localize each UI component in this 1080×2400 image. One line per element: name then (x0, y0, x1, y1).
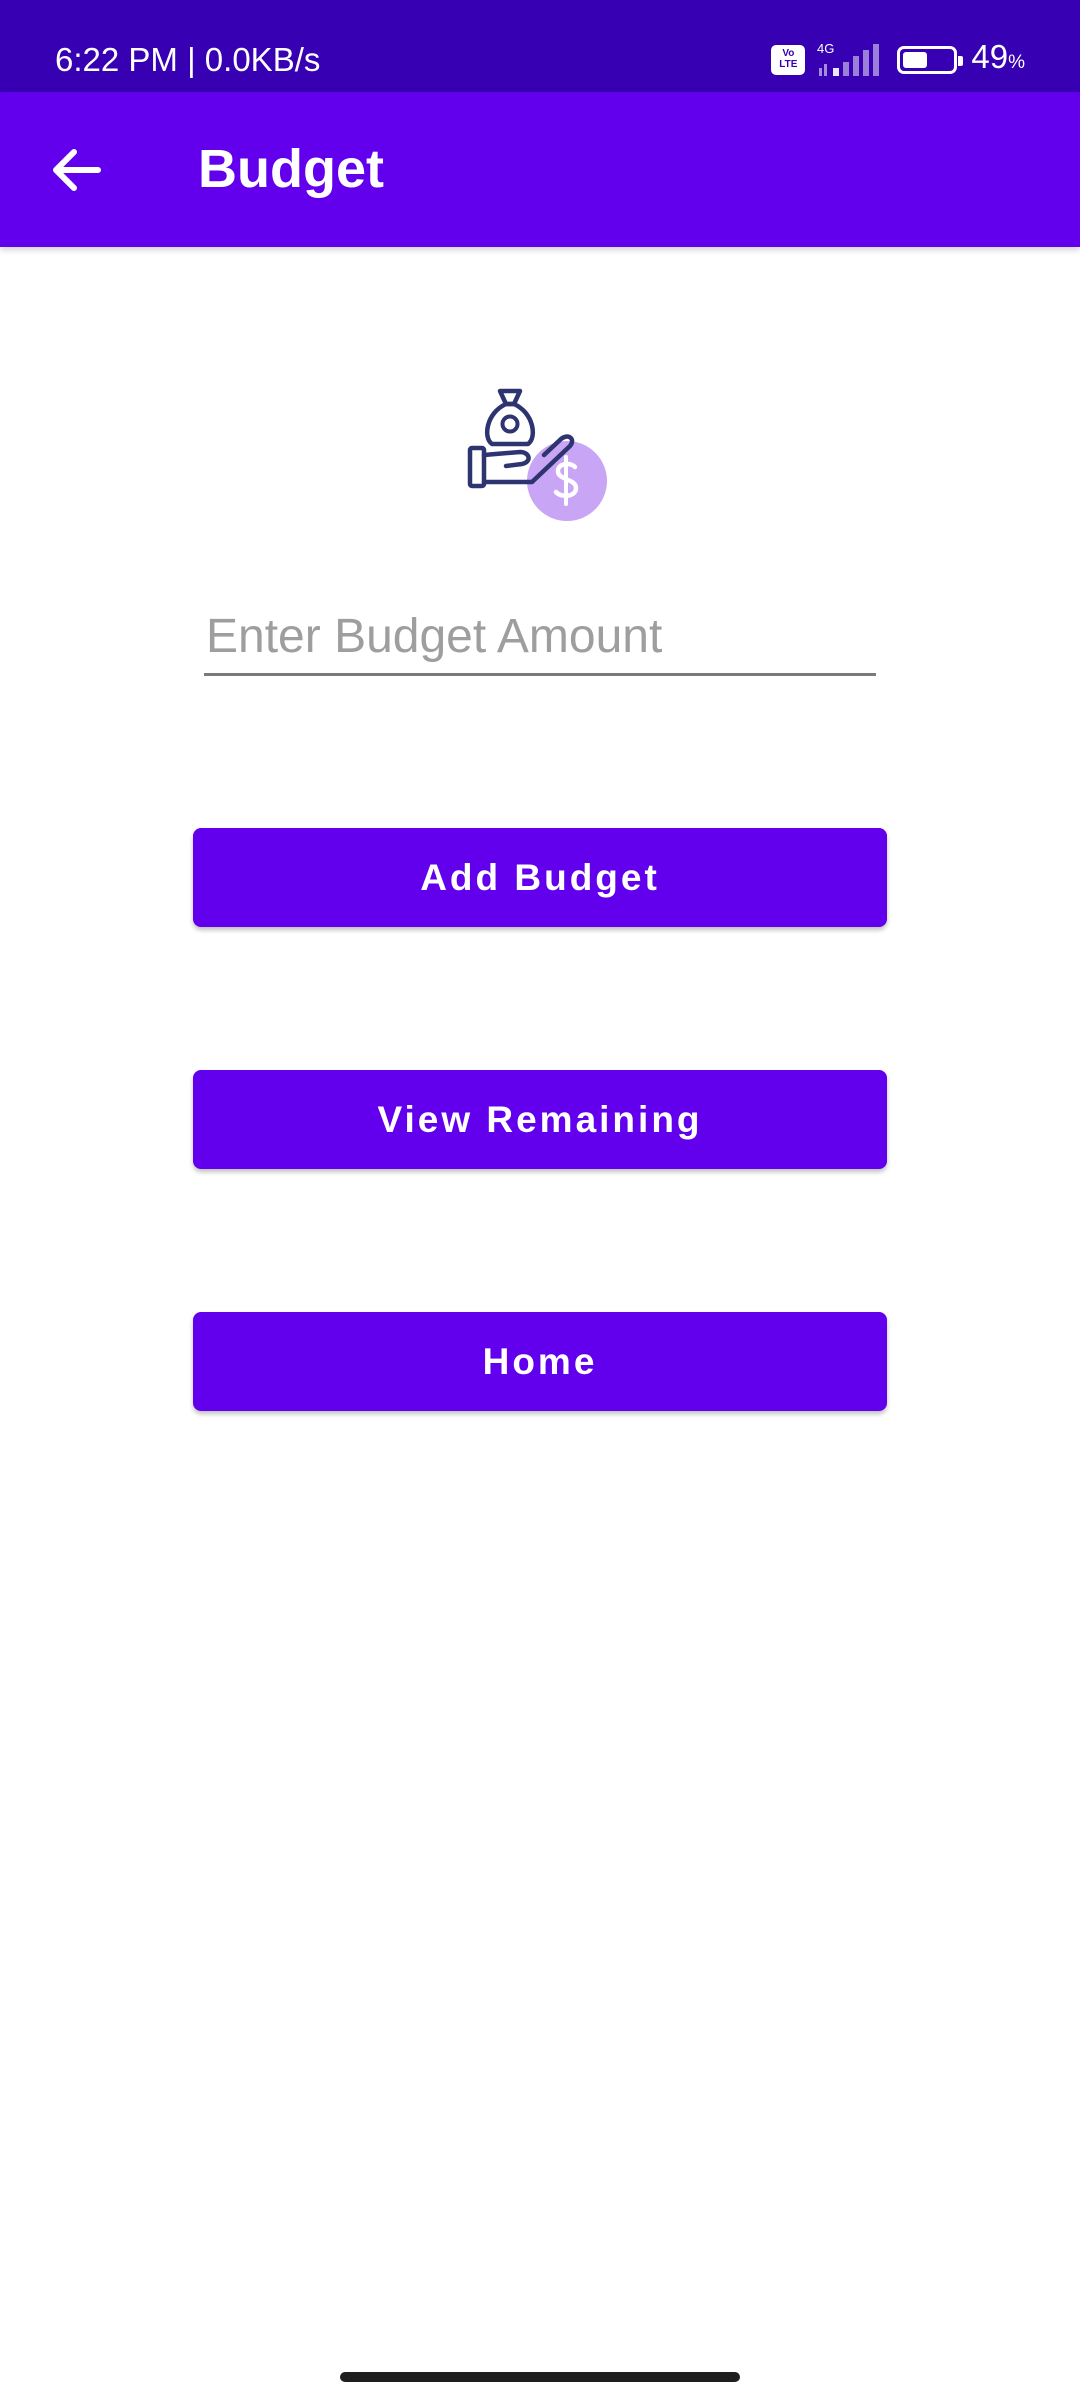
back-button[interactable] (36, 136, 116, 204)
budget-amount-input[interactable] (204, 600, 876, 676)
view-remaining-button[interactable]: View Remaining (193, 1070, 887, 1169)
gesture-navigation-bar[interactable] (340, 2372, 740, 2382)
status-time: 6:22 PM | 0.0KB/s (55, 41, 321, 78)
page-title: Budget (198, 139, 384, 199)
app-bar: Budget (0, 92, 1080, 247)
volte-icon: Vo LTE (771, 45, 806, 75)
status-indicators: Vo LTE 4G 49% (771, 36, 1025, 84)
home-button[interactable]: Home (193, 1312, 887, 1411)
battery-percent-symbol: % (1008, 52, 1025, 73)
volte-label-bottom: LTE (779, 59, 798, 70)
battery-number: 49 (971, 38, 1009, 75)
battery-cap (958, 56, 964, 66)
battery-fill (903, 52, 928, 68)
arrow-back-icon (53, 149, 101, 191)
status-bar: 6:22 PM | 0.0KB/s Vo LTE 4G 49% (0, 0, 1080, 92)
battery-percentage: 49% (971, 37, 1025, 83)
volte-label-top: Vo (782, 48, 795, 59)
hand-money-bag-dollar-icon (467, 388, 607, 521)
network-type-label: 4G (817, 41, 834, 56)
cellular-signal-icon: 4G (817, 41, 880, 76)
add-budget-button[interactable]: Add Budget (193, 828, 887, 927)
battery-icon (897, 46, 964, 74)
